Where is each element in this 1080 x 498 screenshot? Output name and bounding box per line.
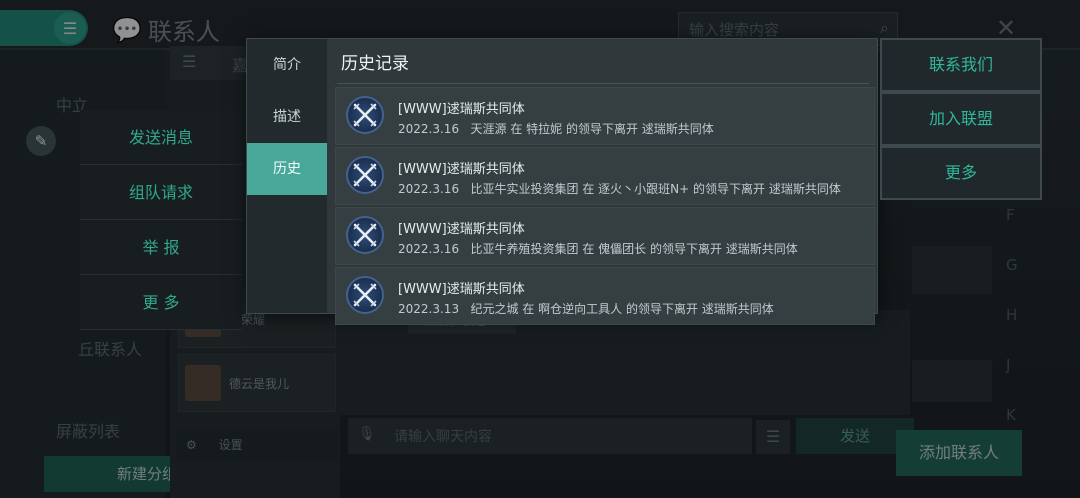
entry-description: 2022.3.16 比亚牛养殖投资集团 在 傀儡团长 的领导下离开 逑瑞斯共同体 bbox=[398, 240, 798, 257]
modal-title: 历史记录 bbox=[341, 54, 409, 74]
entry-description: 2022.3.13 纪元之城 在 啊仓逆向工具人 的领导下离开 逑瑞斯共同体 bbox=[398, 300, 774, 317]
team-request-item[interactable]: 组队请求 bbox=[80, 165, 242, 220]
crossed-swords-icon bbox=[346, 156, 384, 194]
entry-date: 2022.3.16 bbox=[398, 122, 460, 136]
crossed-swords-icon bbox=[346, 96, 384, 134]
tab-description[interactable]: 描述 bbox=[247, 91, 327, 143]
entry-description: 2022.3.16 天涯源 在 特拉妮 的领导下离开 逑瑞斯共同体 bbox=[398, 120, 714, 137]
alliance-info-modal: 简介 描述 历史 历史记录 [WWW]逑瑞斯共同体 2022.3.16 天涯源 … bbox=[246, 38, 878, 325]
entry-text: 比亚牛实业投资集团 在 逐火丶小跟班N+ 的领导下离开 逑瑞斯共同体 bbox=[470, 182, 841, 196]
edit-icon[interactable]: ✎ bbox=[26, 126, 56, 156]
join-alliance-button[interactable]: 加入联盟 bbox=[880, 92, 1042, 146]
entry-date: 2022.3.16 bbox=[398, 242, 460, 256]
tab-history[interactable]: 历史 bbox=[247, 143, 327, 195]
entry-alliance-name: [WWW]逑瑞斯共同体 bbox=[398, 282, 525, 297]
entry-date: 2022.3.16 bbox=[398, 182, 460, 196]
more-button[interactable]: 更多 bbox=[880, 146, 1042, 200]
contact-us-button[interactable]: 联系我们 bbox=[880, 38, 1042, 92]
entry-alliance-name: [WWW]逑瑞斯共同体 bbox=[398, 162, 525, 177]
entry-text: 天涯源 在 特拉妮 的领导下离开 逑瑞斯共同体 bbox=[470, 122, 714, 136]
history-entry[interactable]: [WWW]逑瑞斯共同体 2022.3.16 天涯源 在 特拉妮 的领导下离开 逑… bbox=[335, 87, 875, 145]
crossed-swords-icon bbox=[346, 276, 384, 314]
send-message-item[interactable]: 发送消息 bbox=[80, 110, 242, 165]
entry-text: 比亚牛养殖投资集团 在 傀儡团长 的领导下离开 逑瑞斯共同体 bbox=[470, 242, 798, 256]
entry-date: 2022.3.13 bbox=[398, 302, 460, 316]
modal-tab-bar: 简介 描述 历史 bbox=[247, 39, 327, 313]
entry-description: 2022.3.16 比亚牛实业投资集团 在 逐火丶小跟班N+ 的领导下离开 逑瑞… bbox=[398, 180, 841, 197]
history-entry[interactable]: [WWW]逑瑞斯共同体 2022.3.16 比亚牛养殖投资集团 在 傀儡团长 的… bbox=[335, 207, 875, 265]
history-entry[interactable]: [WWW]逑瑞斯共同体 2022.3.16 比亚牛实业投资集团 在 逐火丶小跟班… bbox=[335, 147, 875, 205]
report-item[interactable]: 举 报 bbox=[80, 220, 242, 275]
context-menu: 发送消息 组队请求 举 报 更 多 bbox=[80, 110, 242, 330]
more-item[interactable]: 更 多 bbox=[80, 275, 242, 330]
crossed-swords-icon bbox=[346, 216, 384, 254]
history-entry[interactable]: [WWW]逑瑞斯共同体 2022.3.13 纪元之城 在 啊仓逆向工具人 的领导… bbox=[335, 267, 875, 325]
history-list[interactable]: [WWW]逑瑞斯共同体 2022.3.16 天涯源 在 特拉妮 的领导下离开 逑… bbox=[335, 87, 875, 327]
entry-alliance-name: [WWW]逑瑞斯共同体 bbox=[398, 222, 525, 237]
tab-intro[interactable]: 简介 bbox=[247, 39, 327, 91]
divider bbox=[337, 83, 869, 84]
entry-text: 纪元之城 在 啊仓逆向工具人 的领导下离开 逑瑞斯共同体 bbox=[470, 302, 774, 316]
entry-alliance-name: [WWW]逑瑞斯共同体 bbox=[398, 102, 525, 117]
